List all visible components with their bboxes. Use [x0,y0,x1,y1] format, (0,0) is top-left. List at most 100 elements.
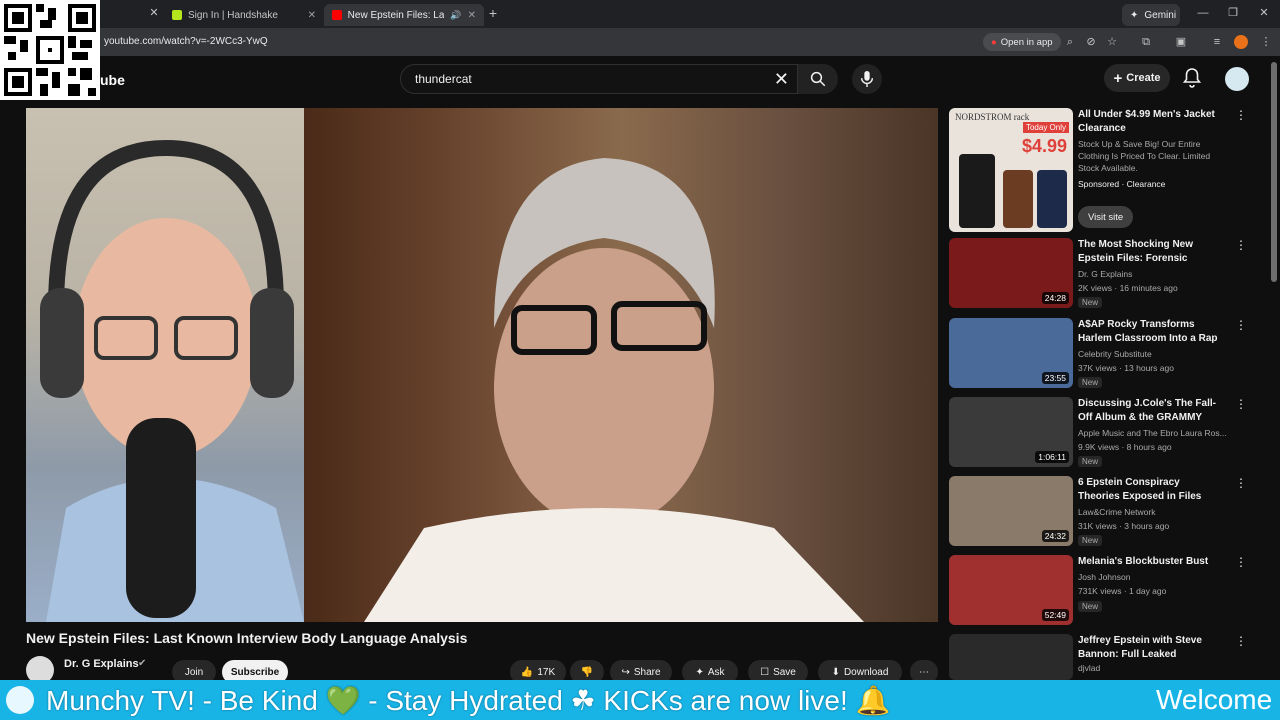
create-button[interactable]: + Create [1104,64,1170,92]
video-player[interactable] [26,108,938,622]
video-thumbnail[interactable] [949,634,1073,680]
minimize-icon[interactable]: — [1195,5,1211,21]
channel-name-primary: Apple Music [1078,428,1125,438]
ad-title[interactable]: All Under $4.99 Men's Jacket Clearance [1078,108,1218,136]
gemini-button[interactable]: ✦ Gemini [1122,4,1180,26]
ask-label: Ask [707,666,725,678]
video-title[interactable]: 6 Epstein Conspiracy Theories Exposed in… [1078,476,1218,504]
more-options-icon[interactable]: ⋮ [1235,476,1247,490]
video-thumbnail[interactable]: 1:06:11 [949,397,1073,467]
plus-icon: + [1113,69,1123,87]
video-title: New Epstein Files: Last Known Interview … [26,630,468,646]
menu-icon[interactable]: ⋮ [1258,34,1274,50]
new-badge: New [1078,297,1103,308]
close-window-icon[interactable]: ✕ [1256,5,1272,21]
thumbs-down-icon: 👎 [580,666,594,678]
notifications-button[interactable] [1182,68,1202,93]
interviewee-image [364,158,864,622]
new-badge: New [1078,456,1103,467]
open-in-app-label: Open in app [1000,36,1053,48]
close-tab-icon[interactable]: ✕ [146,5,162,21]
video-thumbnail[interactable]: 23:55 [949,318,1073,388]
join-label: Join [184,666,204,678]
list-item[interactable]: 23:55 A$AP Rocky Transforms Harlem Class… [948,316,1248,390]
more-options-icon[interactable]: ⋮ [1235,238,1247,252]
channel-name[interactable]: djvlad [1078,662,1100,674]
close-tab-icon[interactable]: ✕ [308,10,316,21]
stream-ticker: Munchy TV! - Be Kind 💚 - Stay Hydrated ☘… [0,680,1280,720]
list-item[interactable]: 24:32 6 Epstein Conspiracy Theories Expo… [948,474,1248,548]
more-icon: ⋯ [919,666,929,678]
zoom-icon[interactable]: ⌕ [1062,34,1078,50]
ad-thumbnail[interactable]: NORDSTROM rack Today Only $4.99 [949,108,1073,232]
hide-icon[interactable]: ⊘ [1083,34,1099,50]
search-input[interactable]: thundercat ✕ [400,64,798,94]
save-icon: ☐ [760,666,770,678]
channel-name[interactable]: Josh Johnson [1078,571,1130,583]
more-options-icon[interactable]: ⋮ [1235,318,1247,332]
more-options-icon[interactable]: ⋮ [1235,555,1247,569]
more-options-icon[interactable]: ⋮ [1235,397,1247,411]
list-item[interactable]: 1:06:11 Discussing J.Cole's The Fall-Off… [948,395,1248,469]
visit-site-button[interactable]: Visit site [1078,206,1134,228]
sidepanel-icon[interactable]: ▣ [1173,34,1189,50]
download-icon: ⬇ [831,666,840,678]
subscribe-label: Subscribe [230,666,280,678]
video-thumbnail[interactable]: 52:49 [949,555,1073,625]
tab-label: New Epstein Files: Last Kno [347,9,445,21]
video-title[interactable]: Discussing J.Cole's The Fall-Off Album &… [1078,397,1218,425]
video-meta: 2K views · 16 minutes ago [1078,283,1178,293]
channel-name[interactable]: Dr. G Explains [1078,268,1132,280]
url-field[interactable]: youtube.com/watch?v=-2WCc3-YwQ [104,36,268,47]
search-icon [810,71,826,87]
new-tab-icon[interactable]: + [485,5,501,21]
video-title[interactable]: A$AP Rocky Transforms Harlem Classroom I… [1078,318,1218,346]
open-in-app-button[interactable]: ● Open in app [983,33,1061,51]
video-title[interactable]: The Most Shocking New Epstein Files: For… [1078,238,1218,266]
channel-name[interactable]: Celebrity Substitute [1078,348,1152,360]
webcam-feed [26,108,304,622]
page-scrollbar[interactable] [1271,62,1277,282]
youtube-logo[interactable]: ube [100,72,125,88]
speaker-icon[interactable]: 🔊 [450,10,461,21]
list-item[interactable]: 24:28 The Most Shocking New Epstein File… [948,236,1248,310]
ticker-text: Munchy TV! - Be Kind 💚 - Stay Hydrated ☘… [46,685,891,716]
clear-search-icon[interactable]: ✕ [774,69,789,90]
qr-code-overlay [0,0,100,100]
jacket-image [1037,170,1067,228]
downloads-icon[interactable]: ≡ [1209,34,1225,50]
video-thumbnail[interactable]: 24:28 [949,238,1073,308]
video-title[interactable]: Jeffrey Epstein with Steve Bannon: Full … [1078,634,1218,662]
video-thumbnail[interactable]: 24:32 [949,476,1073,546]
channel-name[interactable]: Apple Music and The Ebro Laura Ros... [1078,427,1227,439]
verified-icon: ✔ [138,658,147,669]
close-tab-icon[interactable]: ✕ [468,10,476,21]
tab-handshake[interactable]: Sign In | Handshake ✕ [164,4,324,26]
youtube-app-icon: ● [991,36,997,48]
account-avatar[interactable] [1225,67,1249,91]
voice-search-button[interactable] [852,64,882,94]
list-item[interactable]: Jeffrey Epstein with Steve Bannon: Full … [948,632,1248,680]
channel-name[interactable]: Law&Crime Network [1078,506,1155,518]
maximize-icon[interactable]: ❐ [1225,5,1241,21]
more-options-icon[interactable]: ⋮ [1235,108,1247,122]
video-title[interactable]: Melania's Blockbuster Bust [1078,555,1218,569]
jacket-image [1003,170,1033,228]
ad-card[interactable]: NORDSTROM rack Today Only $4.99 All Unde… [948,106,1248,232]
search-button[interactable] [798,64,838,94]
profile-avatar[interactable] [1234,35,1248,49]
youtube-favicon [332,10,342,20]
video-meta: 31K views · 3 hours ago [1078,521,1170,531]
sparkle-icon: ✦ [695,666,704,678]
channel-name[interactable]: Dr. G Explains [64,658,139,670]
bookmark-star-icon[interactable]: ☆ [1104,34,1120,50]
gemini-icon: ✦ [1130,9,1139,21]
duration-badge: 23:55 [1041,372,1069,384]
list-item[interactable]: 52:49 Melania's Blockbuster Bust Josh Jo… [948,553,1248,627]
tab-youtube-video[interactable]: New Epstein Files: Last Kno 🔊 ✕ [324,4,484,26]
thumbs-up-icon: 👍 [520,666,534,678]
visit-site-label: Visit site [1088,211,1124,223]
extensions-icon[interactable]: ⧉ [1138,34,1154,50]
ad-description: Stock Up & Save Big! Our Entire Clothing… [1078,139,1211,173]
more-options-icon[interactable]: ⋮ [1235,634,1247,648]
